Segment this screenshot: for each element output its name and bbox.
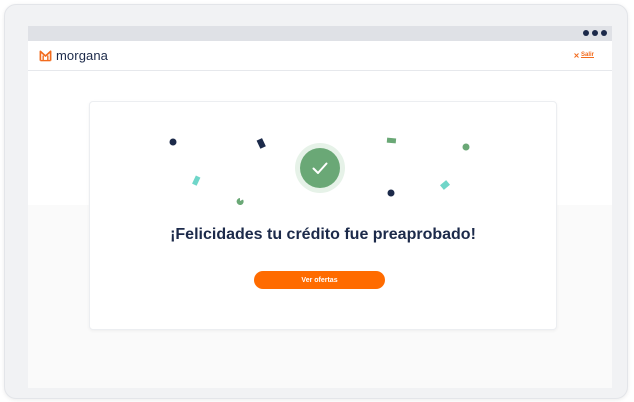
success-circle bbox=[300, 148, 340, 188]
confetti-piece bbox=[192, 175, 201, 186]
view-offers-button[interactable]: Ver ofertas bbox=[254, 271, 385, 289]
exit-label: Salir bbox=[580, 52, 594, 58]
exit-button[interactable]: Salir bbox=[574, 52, 594, 58]
confetti-decoration bbox=[169, 137, 470, 205]
app-window: morgana Salir ¡Felicidades tu crédito fu… bbox=[28, 26, 612, 388]
confetti-dot bbox=[462, 143, 470, 151]
brand-logo[interactable]: morgana bbox=[39, 48, 108, 63]
confetti-dot bbox=[387, 189, 395, 197]
confetti-piece bbox=[386, 137, 397, 144]
browser-frame: morgana Salir ¡Felicidades tu crédito fu… bbox=[4, 4, 628, 399]
confetti-dot bbox=[169, 138, 177, 146]
dot bbox=[583, 30, 589, 36]
more-dots-icon[interactable] bbox=[583, 30, 607, 36]
morgana-logo-icon bbox=[39, 50, 52, 62]
dot bbox=[601, 30, 607, 36]
confetti-piece bbox=[440, 180, 450, 190]
success-card: ¡Felicidades tu crédito fue preaprobado!… bbox=[89, 101, 557, 330]
confetti-piece bbox=[236, 198, 244, 205]
app-header: morgana Salir bbox=[28, 41, 612, 71]
confetti-piece bbox=[256, 138, 266, 149]
brand-name: morgana bbox=[56, 48, 109, 63]
close-icon bbox=[574, 52, 579, 58]
window-chrome-bar bbox=[28, 26, 612, 41]
success-title: ¡Felicidades tu crédito fue preaprobado! bbox=[170, 226, 476, 243]
dot bbox=[592, 30, 598, 36]
